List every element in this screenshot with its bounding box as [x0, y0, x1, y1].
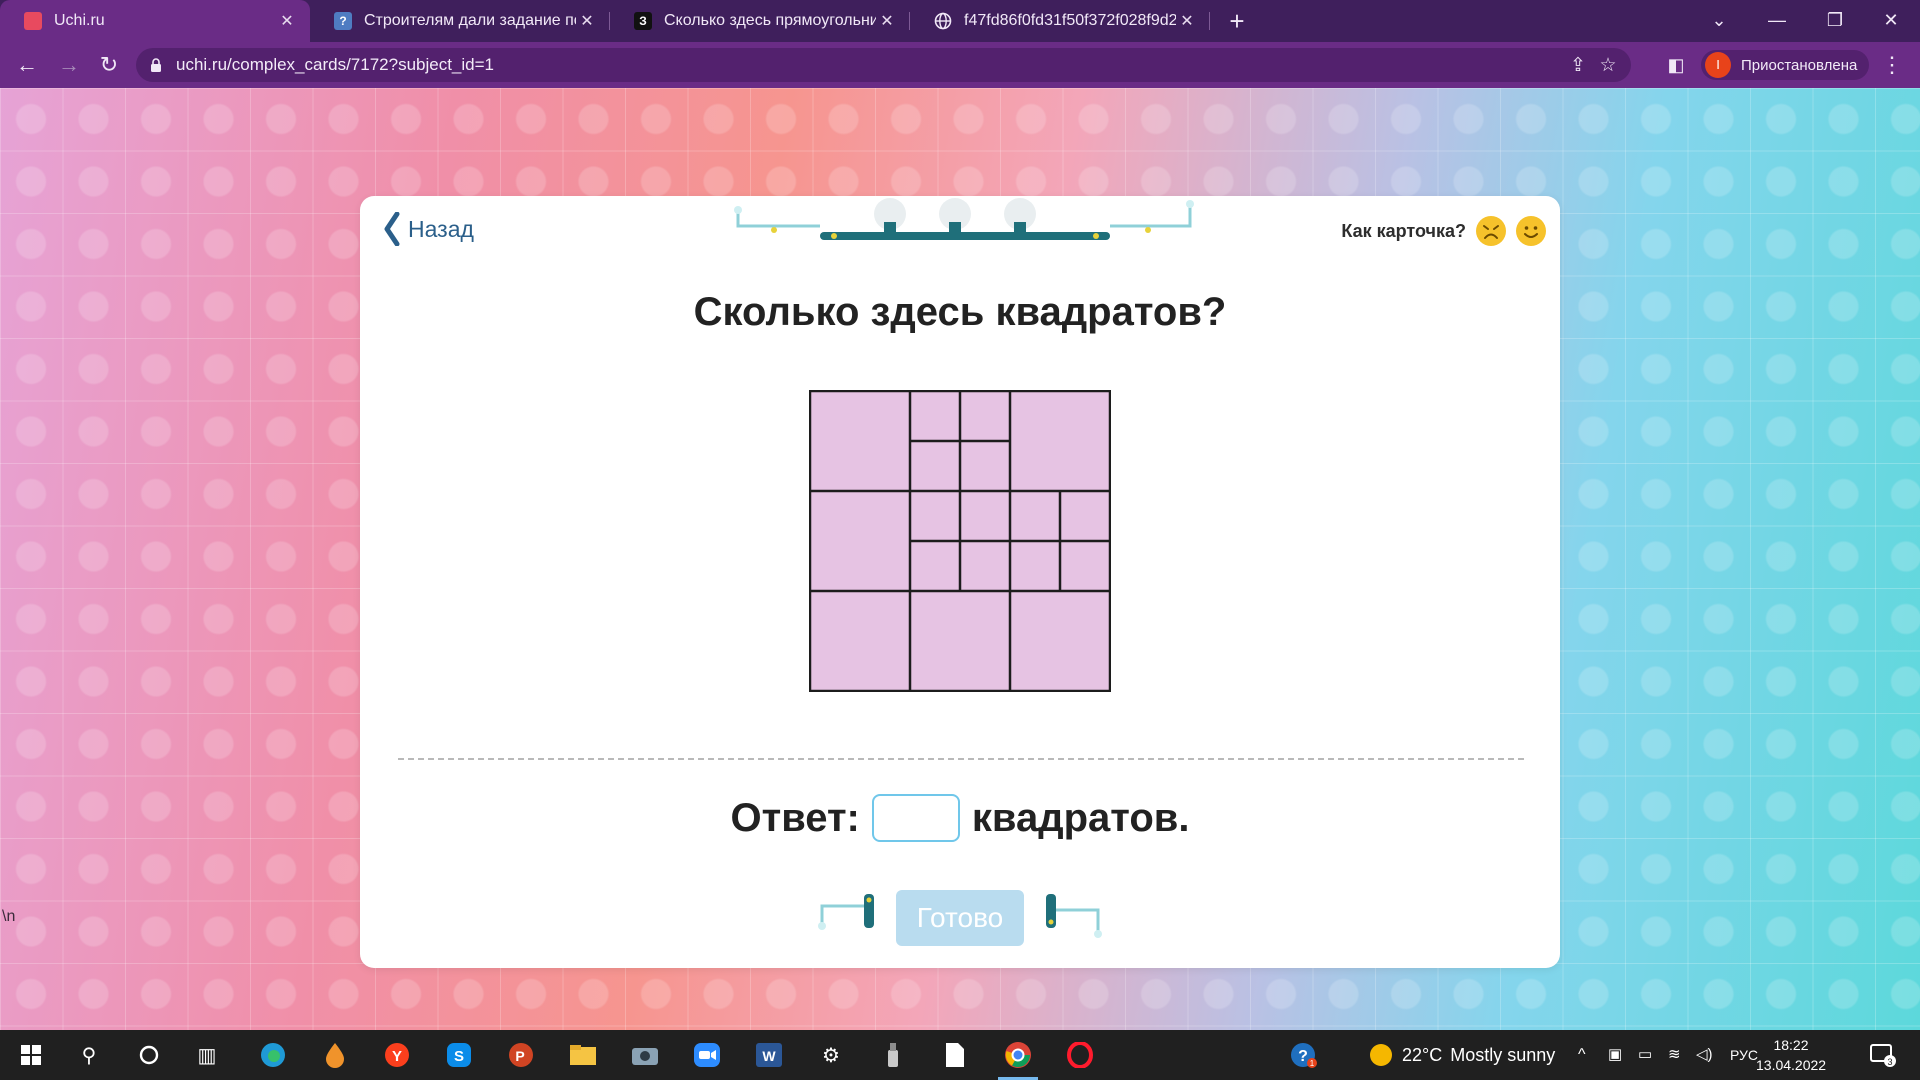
answer-suffix: квадратов. — [971, 795, 1190, 840]
forward-arrow-icon[interactable]: → — [54, 50, 84, 80]
browser-toolbar: ← → ↻ uchi.ru/complex_cards/7172?subject… — [0, 42, 1920, 88]
file-explorer-icon[interactable] — [566, 1038, 600, 1072]
browser-tab-strip: Uchi.ru ✕ ? Строителям дали задание пост… — [0, 0, 1920, 42]
squares-figure — [809, 390, 1111, 692]
sad-face-icon[interactable] — [1476, 216, 1506, 246]
tab-hash[interactable]: f47fd86f0fd31f50f372f028f9d255 ✕ — [910, 0, 1210, 42]
answer-input[interactable] — [871, 794, 960, 842]
weather-sun-icon — [1370, 1044, 1392, 1066]
chrome-icon[interactable] — [1001, 1038, 1035, 1072]
close-icon[interactable]: ✕ — [1176, 11, 1198, 31]
globe-favicon-icon — [934, 12, 952, 30]
task-card: Назад Как карточка? Сколько здесь квадра… — [360, 196, 1560, 968]
word-icon[interactable]: W — [752, 1038, 786, 1072]
task-view-icon[interactable]: ▥ — [190, 1038, 224, 1072]
tab-separator — [1209, 12, 1210, 30]
notification-count: 3 — [1887, 1057, 1892, 1067]
search-icon[interactable]: ⚲ — [72, 1038, 106, 1072]
share-icon[interactable]: ⇪ — [1563, 54, 1593, 77]
browser-menu-icon[interactable]: ⋮ — [1880, 50, 1904, 80]
document-icon[interactable] — [938, 1038, 972, 1072]
windows-start-icon[interactable] — [14, 1038, 48, 1072]
tab-title: Сколько здесь прямоугольнико — [664, 12, 876, 29]
skype-icon[interactable]: S — [442, 1038, 476, 1072]
weather-temp: 22°C — [1402, 1044, 1443, 1065]
close-icon[interactable]: ✕ — [576, 11, 598, 31]
znanija-favicon-icon: З — [634, 12, 652, 30]
notifications-icon[interactable]: 3 — [1866, 1038, 1900, 1072]
happy-face-icon[interactable] — [1516, 216, 1546, 246]
yandex-icon[interactable]: Y — [380, 1038, 414, 1072]
answer-row: Ответ: квадратов. — [360, 794, 1560, 842]
tab-rectangles[interactable]: З Сколько здесь прямоугольнико ✕ — [610, 0, 910, 42]
powerpoint-icon[interactable]: P — [504, 1038, 538, 1072]
url-text: uchi.ru/complex_cards/7172?subject_id=1 — [176, 55, 495, 74]
paint-drop-icon[interactable] — [318, 1038, 352, 1072]
clock-date: 13.04.2022 — [1756, 1057, 1827, 1073]
close-icon[interactable]: ✕ — [876, 11, 898, 31]
opera-icon[interactable] — [1063, 1038, 1097, 1072]
question-favicon-icon: ? — [334, 12, 352, 30]
weather-text: Mostly sunny — [1450, 1044, 1556, 1065]
volume-icon[interactable]: ◁) — [1696, 1030, 1713, 1080]
back-label: Назад — [408, 215, 474, 242]
tab-title: Uchi.ru — [54, 12, 105, 29]
maximize-icon[interactable]: ❐ — [1806, 0, 1864, 42]
edge-icon[interactable] — [256, 1038, 290, 1072]
back-link[interactable]: Назад — [384, 212, 474, 246]
tab-title: f47fd86f0fd31f50f372f028f9d255 — [964, 12, 1176, 29]
profile-status-label: Приостановлена — [1741, 56, 1858, 74]
garland-lights-decoration — [734, 198, 1194, 240]
tray-chevron-icon[interactable]: ^ — [1578, 1030, 1586, 1080]
minimize-icon[interactable]: — — [1748, 0, 1806, 42]
battery-icon[interactable]: ▭ — [1638, 1030, 1652, 1080]
rating-label: Как карточка? — [1341, 220, 1466, 241]
profile-button[interactable]: I Приостановлена — [1701, 50, 1870, 80]
reload-icon[interactable]: ↻ — [94, 50, 124, 80]
answer-prefix: Ответ: — [730, 795, 860, 840]
stray-text: \n — [2, 908, 16, 925]
chevron-left-icon — [384, 212, 400, 246]
rating-prompt: Как карточка? — [1341, 216, 1546, 246]
new-tab-button[interactable]: + — [1222, 6, 1252, 36]
question-title: Сколько здесь квадратов? — [693, 290, 1227, 334]
svg-text:S: S — [454, 1048, 464, 1065]
tab-title: Строителям дали задание постр — [364, 12, 576, 29]
done-area: Готово — [810, 882, 1110, 952]
back-arrow-icon[interactable]: ← — [12, 50, 42, 80]
lock-icon — [151, 58, 161, 72]
dashed-divider — [398, 758, 1524, 760]
uchi-favicon-icon — [24, 12, 42, 30]
bookmark-star-icon[interactable]: ☆ — [1593, 54, 1623, 77]
windows-taskbar: ⚲ ▥ Y S P W ⚙ ? 1 22°C Mostly sunny ^ ▣ ▭… — [0, 1030, 1920, 1080]
camera-icon[interactable] — [628, 1038, 662, 1072]
done-button[interactable]: Готово — [896, 890, 1024, 946]
svg-text:Y: Y — [392, 1048, 402, 1065]
weather-widget[interactable]: 22°C Mostly sunny — [1370, 1030, 1555, 1080]
avatar: I — [1705, 52, 1731, 78]
address-bar[interactable]: uchi.ru/complex_cards/7172?subject_id=1 … — [136, 48, 1631, 82]
svg-text:P: P — [515, 1048, 524, 1064]
svg-text:?: ? — [1298, 1048, 1308, 1065]
tab-builders[interactable]: ? Строителям дали задание постр ✕ — [310, 0, 610, 42]
help-icon[interactable]: ? 1 — [1286, 1038, 1320, 1072]
side-panel-icon[interactable]: ◧ — [1661, 50, 1691, 80]
page-background: \n Назад Как карточка? Сколько здесь ква… — [0, 88, 1920, 1030]
tray-device-icon[interactable]: ▣ — [1608, 1030, 1622, 1080]
window-close-icon[interactable]: ✕ — [1862, 0, 1920, 42]
cortana-icon[interactable] — [132, 1038, 166, 1072]
svg-text:W: W — [762, 1048, 776, 1064]
help-badge-count: 1 — [1310, 1059, 1315, 1068]
language-indicator[interactable]: РУС — [1730, 1030, 1758, 1080]
clock-time: 18:22 — [1773, 1037, 1809, 1053]
close-icon[interactable]: ✕ — [276, 11, 298, 31]
settings-gear-icon[interactable]: ⚙ — [814, 1038, 848, 1072]
zoom-icon[interactable] — [690, 1038, 724, 1072]
wifi-icon[interactable]: ≋ — [1668, 1030, 1681, 1080]
tab-uchi[interactable]: Uchi.ru ✕ — [0, 0, 310, 42]
clock[interactable]: 18:22 13.04.2022 — [1756, 1035, 1826, 1075]
tab-search-chevron-icon[interactable]: ⌄ — [1690, 0, 1748, 42]
usb-drive-icon[interactable] — [876, 1038, 910, 1072]
